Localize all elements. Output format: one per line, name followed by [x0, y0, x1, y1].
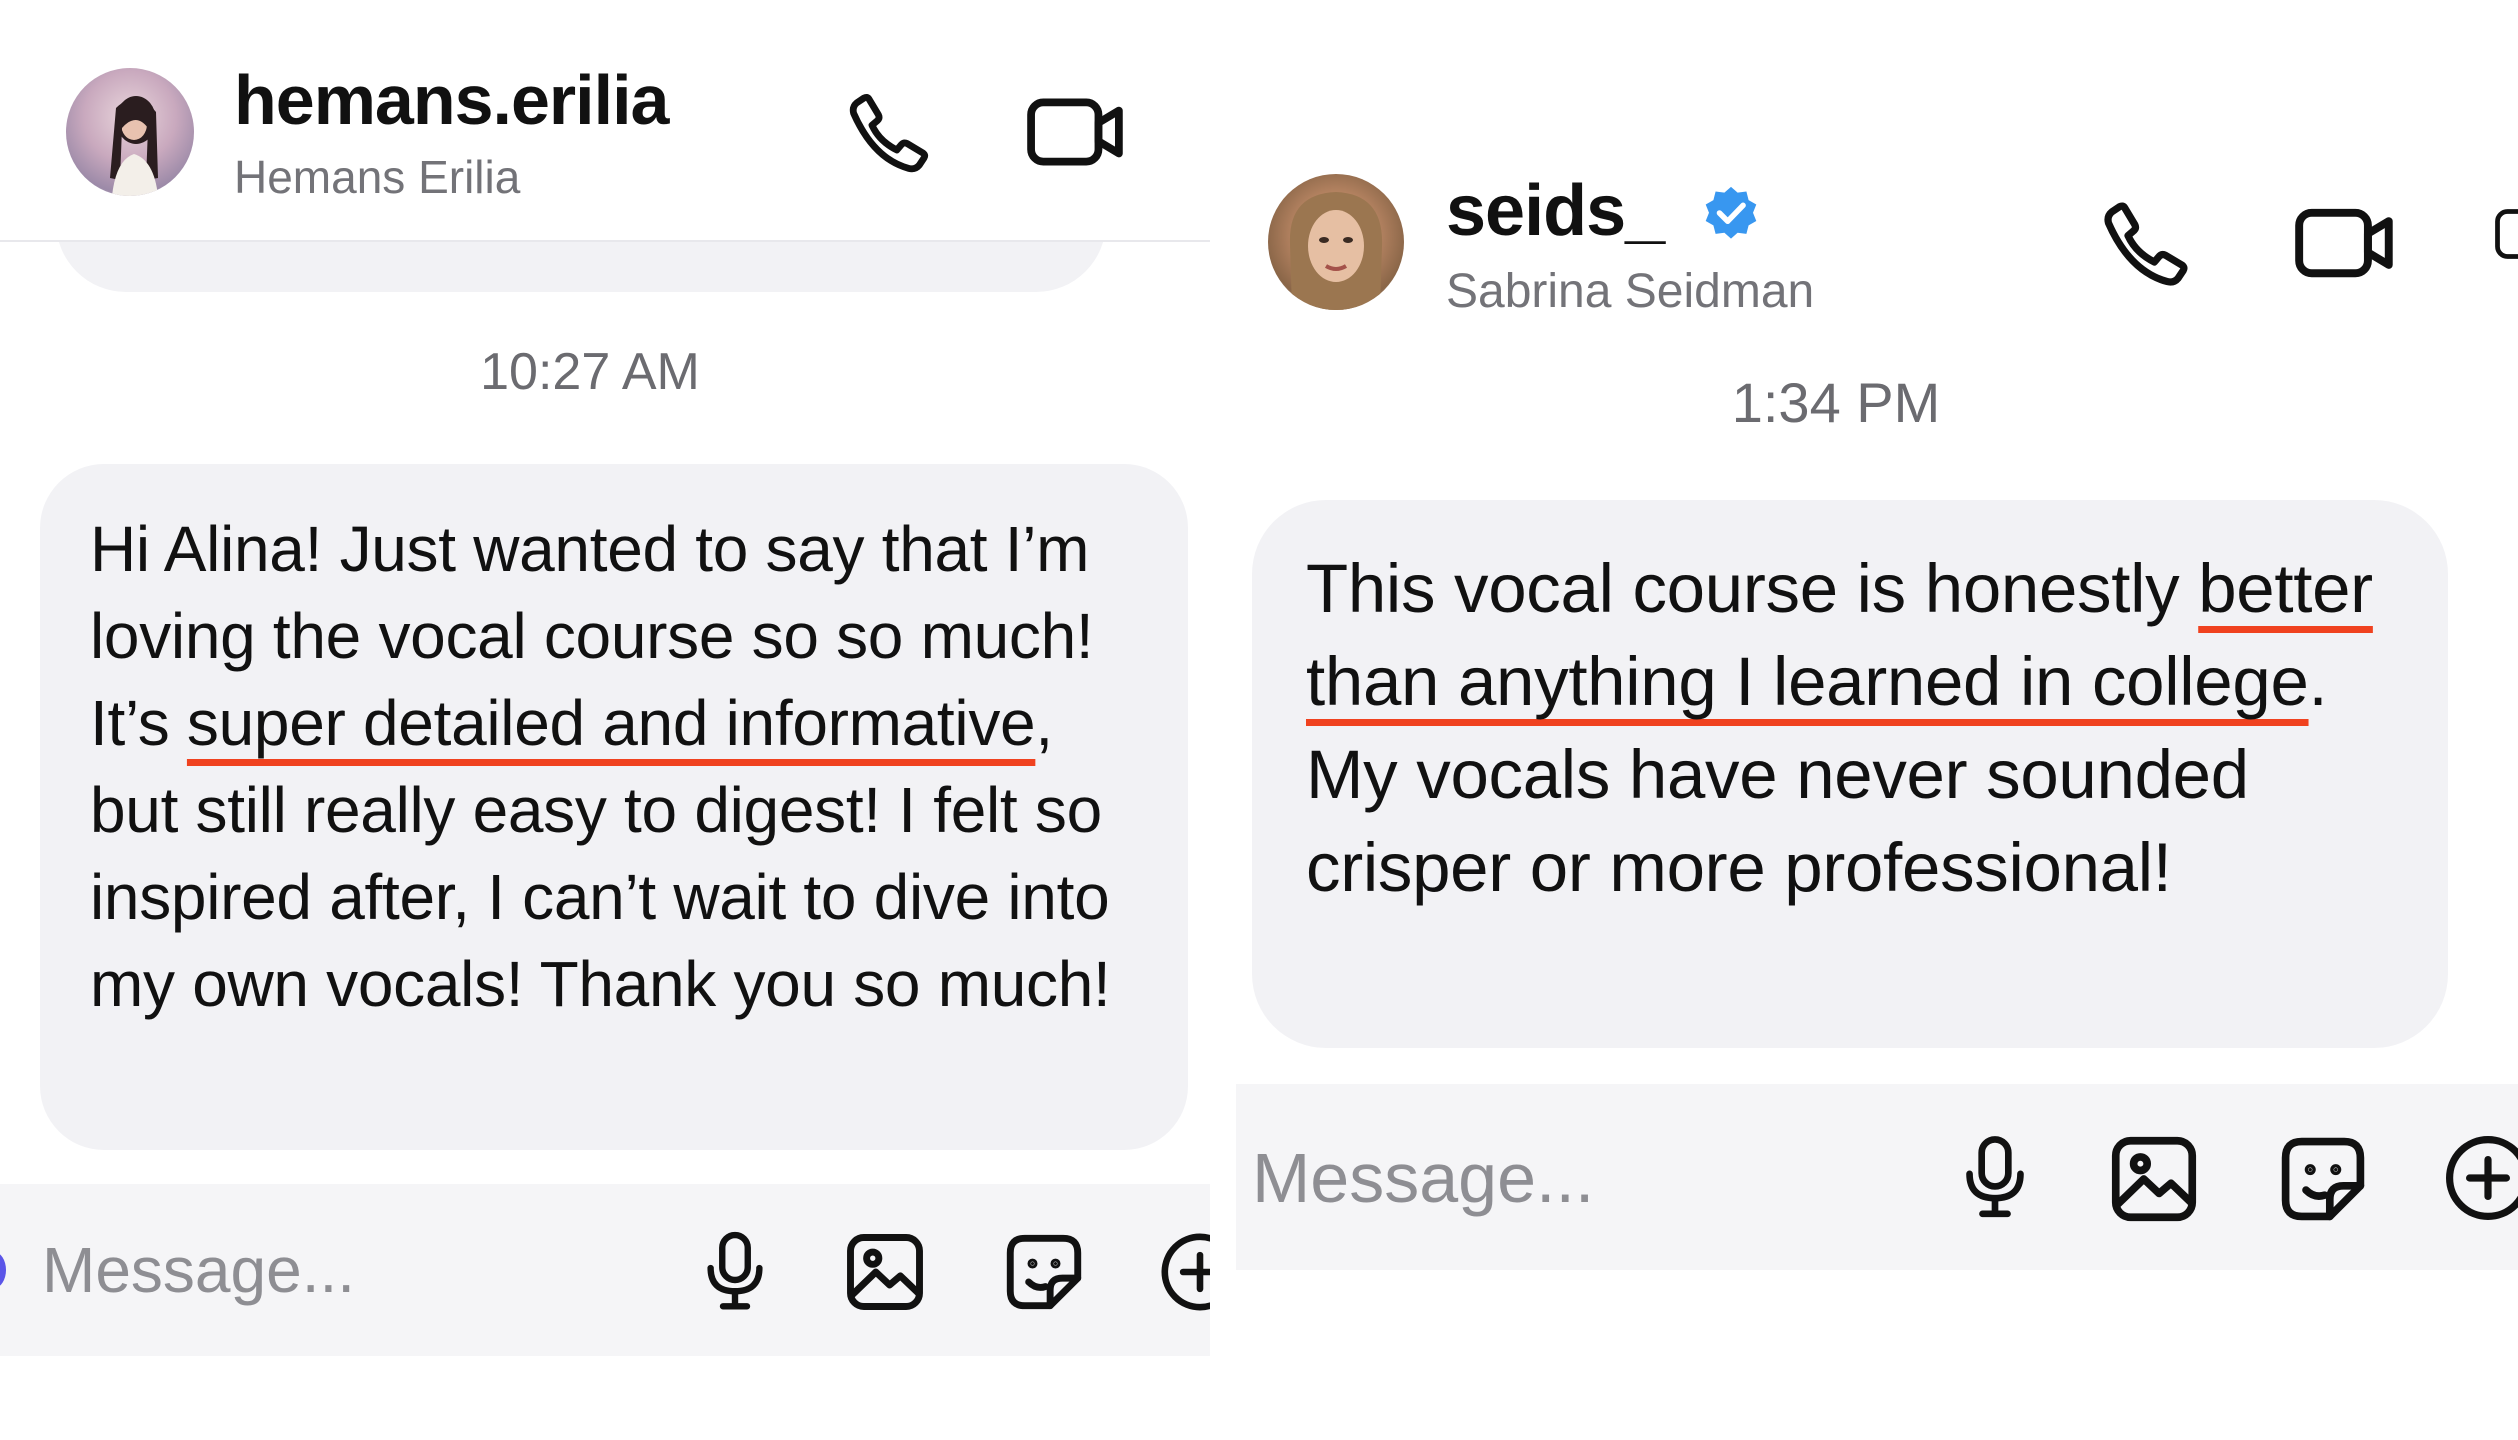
message-highlight: super detailed and informative: [186, 687, 1036, 759]
message-bubble[interactable]: This vocal course is honestly better tha…: [1252, 500, 2448, 1048]
chat-username: hemans.erilia: [234, 61, 669, 139]
profile-photo-icon: [110, 96, 158, 196]
avatar[interactable]: [1268, 174, 1404, 310]
message-input[interactable]: [42, 1228, 642, 1312]
video-camera-icon[interactable]: [1022, 82, 1130, 180]
video-camera-icon[interactable]: [2290, 192, 2400, 292]
chat-panel-seids: seids_ Sabrina Seidman 1:34 PM This voca…: [1236, 0, 2518, 1440]
composer-left-edge-icon: [0, 1252, 6, 1288]
image-icon[interactable]: [838, 1226, 932, 1318]
chat-panel-hemans: hemans.erilia Hemans Erilia 10:27 AM Hi …: [0, 0, 1210, 1440]
profile-photo-icon: [1289, 192, 1383, 310]
microphone-icon[interactable]: [1948, 1128, 2042, 1226]
message-text: This vocal course is honestly better tha…: [1306, 542, 2408, 914]
chat-full-name: Sabrina Seidman: [1446, 265, 1815, 318]
message-bubble[interactable]: Hi Alina! Just wanted to say that I’m lo…: [40, 464, 1188, 1150]
chat-username: seids_: [1446, 171, 1665, 251]
sticker-icon[interactable]: [2272, 1128, 2374, 1230]
chat-full-name: Hemans Erilia: [234, 151, 521, 203]
image-icon[interactable]: [2102, 1128, 2206, 1230]
phone-icon[interactable]: [2094, 194, 2196, 296]
info-icon[interactable]: [2490, 196, 2518, 272]
sticker-icon[interactable]: [998, 1226, 1090, 1318]
header-divider: [0, 240, 1210, 242]
message-text: Hi Alina! Just wanted to say that I’m lo…: [90, 506, 1144, 1028]
message-composer: [1236, 1084, 2518, 1270]
message-input[interactable]: [1252, 1134, 1852, 1222]
message-composer: [0, 1184, 1210, 1356]
plus-icon[interactable]: [2440, 1130, 2518, 1226]
message-timestamp: 10:27 AM: [480, 343, 700, 401]
microphone-icon[interactable]: [690, 1224, 780, 1318]
verified-badge-icon: [1698, 180, 1764, 246]
message-text-start: This vocal course is honestly: [1306, 550, 2199, 627]
plus-icon[interactable]: [1156, 1228, 1210, 1316]
phone-icon[interactable]: [840, 86, 936, 182]
message-timestamp: 1:34 PM: [1731, 371, 1941, 434]
chat-header: hemans.erilia Hemans Erilia: [0, 0, 1210, 240]
avatar[interactable]: [66, 68, 194, 196]
chat-header: seids_ Sabrina Seidman: [1236, 0, 2518, 350]
